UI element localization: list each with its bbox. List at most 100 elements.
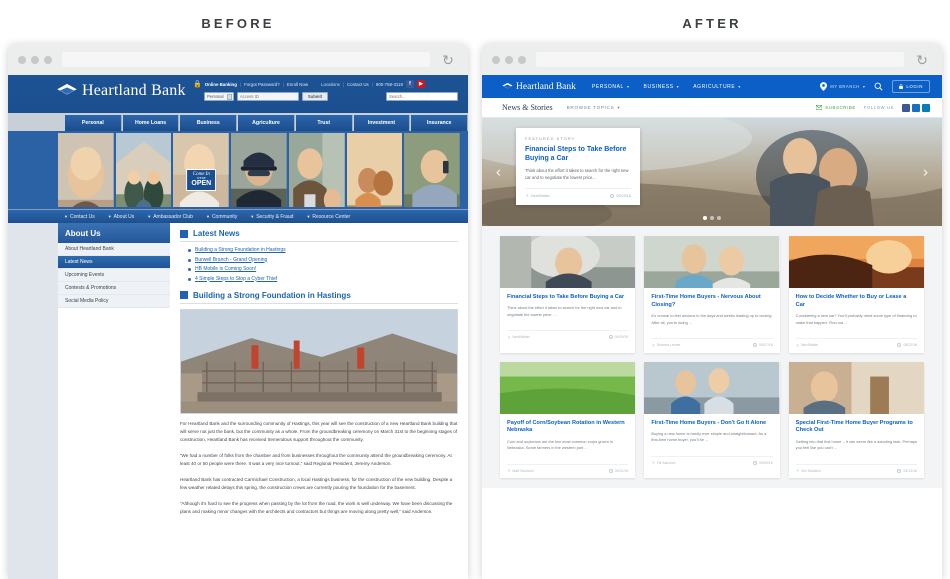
access-id-input[interactable] — [237, 92, 299, 101]
subnav-item-community[interactable]: ▼ Community — [206, 214, 237, 220]
submit-button[interactable]: Submit — [302, 92, 328, 101]
news-link[interactable]: 4 Simple Steps to Stop a Cyber Thief — [195, 276, 277, 282]
nav-item-business[interactable]: Business — [180, 115, 238, 131]
story-date: 09/21/16 — [608, 468, 628, 473]
subnav-item-security-fraud[interactable]: ▼ Security & Fraud — [250, 214, 293, 220]
carousel-dot-1[interactable] — [703, 216, 707, 220]
minimize-dot-icon[interactable] — [505, 55, 513, 64]
list-item[interactable]: 4 Simple Steps to Stop a Cyber Thief — [188, 276, 458, 282]
follow-us-label: FOLLOW US — [863, 105, 894, 110]
subnav-label: Resource Center — [312, 213, 351, 220]
forgot-password-link[interactable]: Forgot Password? — [244, 82, 280, 87]
author-name: NerdWallet — [512, 335, 530, 340]
my-branch-selector[interactable]: MY BRANCH ▾ — [820, 82, 865, 91]
story-card[interactable]: Special First-Time Home Buyer Programs t… — [788, 361, 924, 479]
list-item[interactable]: HB Mobile is Coming Soon! — [188, 266, 458, 272]
reload-icon-after[interactable]: ↻ — [912, 53, 932, 67]
subnav-item-resource-center[interactable]: ▼ Resource Center — [306, 214, 350, 220]
facebook-icon[interactable] — [902, 103, 910, 112]
close-dot-icon[interactable] — [18, 55, 26, 64]
story-card[interactable]: Payoff of Corn/Soybean Rotation in Weste… — [500, 361, 636, 479]
account-type-select[interactable]: Personal — [204, 92, 234, 101]
address-bar-after[interactable] — [536, 52, 904, 67]
facebook-icon[interactable]: f — [405, 80, 414, 88]
window-controls-after[interactable] — [492, 55, 526, 64]
sidebar-item-upcoming-events[interactable]: Upcoming Events — [58, 269, 170, 282]
address-bar-before[interactable] — [62, 52, 430, 67]
news-link[interactable]: HB Mobile is Coming Soon! — [195, 266, 256, 272]
linkedin-icon[interactable] — [922, 103, 930, 112]
carousel-dot-3[interactable] — [717, 216, 721, 220]
story-title[interactable]: First-Time Home Buyers - Don't Go It Alo… — [651, 420, 772, 428]
reload-icon-before[interactable]: ↻ — [438, 53, 458, 67]
nav-item-investment[interactable]: Investment — [353, 115, 411, 131]
nav-item-home-loans[interactable]: Home Loans — [122, 115, 180, 131]
youtube-icon[interactable] — [912, 103, 920, 112]
browse-topics-dropdown[interactable]: BROWSE TOPICS ▾ — [567, 105, 621, 111]
search-icon[interactable] — [874, 82, 883, 91]
close-dot-icon[interactable] — [492, 55, 500, 64]
story-title[interactable]: Special First-Time Home Buyer Programs t… — [796, 420, 917, 436]
locations-link[interactable]: Locations — [321, 82, 340, 87]
maximize-dot-icon[interactable] — [44, 55, 52, 64]
news-link[interactable]: Building a Strong Foundation in Hastings — [195, 247, 286, 253]
story-title[interactable]: First-Time Home Buyers - Nervous About C… — [651, 294, 772, 310]
online-banking-link[interactable]: Online Banking — [205, 82, 237, 87]
youtube-icon[interactable]: ▶ — [416, 80, 425, 88]
before-logo[interactable]: Heartland Bank — [56, 82, 186, 100]
list-item[interactable]: Burwell Branch - Grand Opening — [188, 257, 458, 263]
nav-item-personal[interactable]: PERSONAL ▾ — [592, 84, 630, 90]
story-card[interactable]: First-Time Home Buyers - Don't Go It Alo… — [644, 361, 780, 479]
date-value: 09/22/16 — [903, 343, 917, 348]
story-excerpt: Corn and soybeans are the two most commo… — [507, 438, 613, 451]
sidebar-item-contests-promotions[interactable]: Contests & Promotions — [58, 282, 170, 295]
story-title[interactable]: Financial Steps to Take Before Buying a … — [507, 294, 628, 302]
clock-icon — [897, 343, 902, 348]
nav-item-business[interactable]: BUSINESS ▾ — [644, 84, 680, 90]
subnav-item-about-us[interactable]: ▼ About Us — [108, 214, 135, 220]
subnav-label: Contact Us — [69, 213, 95, 220]
nav-item-insurance[interactable]: Insurance — [411, 115, 468, 131]
sidebar-item-social-media-policy[interactable]: Social Media Policy — [58, 295, 170, 308]
story-card[interactable]: How to Decide Whether to Buy or Lease a … — [788, 236, 924, 353]
login-button[interactable]: LOGIN — [892, 80, 930, 93]
maximize-dot-icon[interactable] — [518, 55, 526, 64]
carousel-dot-2[interactable] — [710, 216, 714, 220]
nav-item-agriculture[interactable]: Agriculture — [238, 115, 295, 131]
chevron-down-icon[interactable] — [227, 94, 232, 100]
subnav-item-ambassador-club[interactable]: ▼ Ambassador Club — [147, 214, 193, 220]
carousel-dots[interactable] — [703, 216, 721, 220]
story-photo-family-walking — [644, 361, 780, 414]
section-brand[interactable]: News & Stories — [502, 103, 553, 112]
subnav-item-contact-us[interactable]: ▼ Contact Us — [64, 214, 95, 220]
nav-item-personal[interactable]: Personal — [65, 115, 122, 131]
after-primary-nav: PERSONAL ▾ BUSINESS ▾ AGRICULTURE ▾ — [592, 84, 741, 90]
minimize-dot-icon[interactable] — [31, 55, 39, 64]
featured-story-card[interactable]: FEATURED STORY Financial Steps to Take B… — [516, 128, 640, 206]
enroll-now-link[interactable]: Enroll Now — [287, 82, 308, 87]
list-item[interactable]: Building a Strong Foundation in Hastings — [188, 247, 458, 253]
subnav-label: Ambassador Club — [153, 213, 193, 220]
my-branch-label: MY BRANCH — [830, 84, 860, 89]
social-links — [902, 103, 930, 112]
story-title[interactable]: How to Decide Whether to Buy or Lease a … — [796, 294, 917, 310]
subscribe-button[interactable]: SUBSCRIBE — [816, 105, 856, 110]
story-card[interactable]: Financial Steps to Take Before Buying a … — [500, 236, 636, 353]
story-card[interactable]: First-Time Home Buyers - Nervous About C… — [644, 236, 780, 353]
search-input-before[interactable] — [386, 92, 458, 101]
nav-item-trust[interactable]: Trust — [295, 115, 353, 131]
carousel-next-arrow[interactable]: › — [923, 165, 928, 180]
news-link[interactable]: Burwell Branch - Grand Opening — [195, 257, 267, 263]
after-logo[interactable]: Heartland Bank — [502, 82, 576, 92]
chevron-down-icon: ▼ — [64, 214, 68, 219]
window-controls-before[interactable] — [18, 55, 52, 64]
sidebar-item-about-heartland-bank[interactable]: About Heartland Bank — [58, 243, 170, 256]
contact-us-link[interactable]: Contact Us — [347, 82, 369, 87]
story-title[interactable]: Payoff of Corn/Soybean Rotation in Weste… — [507, 420, 628, 436]
carousel-prev-arrow[interactable]: ‹ — [496, 165, 501, 180]
featured-title[interactable]: Financial Steps to Take Before Buying a … — [525, 145, 631, 164]
nav-item-agriculture[interactable]: AGRICULTURE ▾ — [693, 84, 741, 90]
sidebar-item-latest-news[interactable]: Latest News — [58, 256, 170, 269]
story-author: ✎ NerdWallet — [507, 335, 530, 340]
story-photo-house-porch — [788, 361, 924, 414]
